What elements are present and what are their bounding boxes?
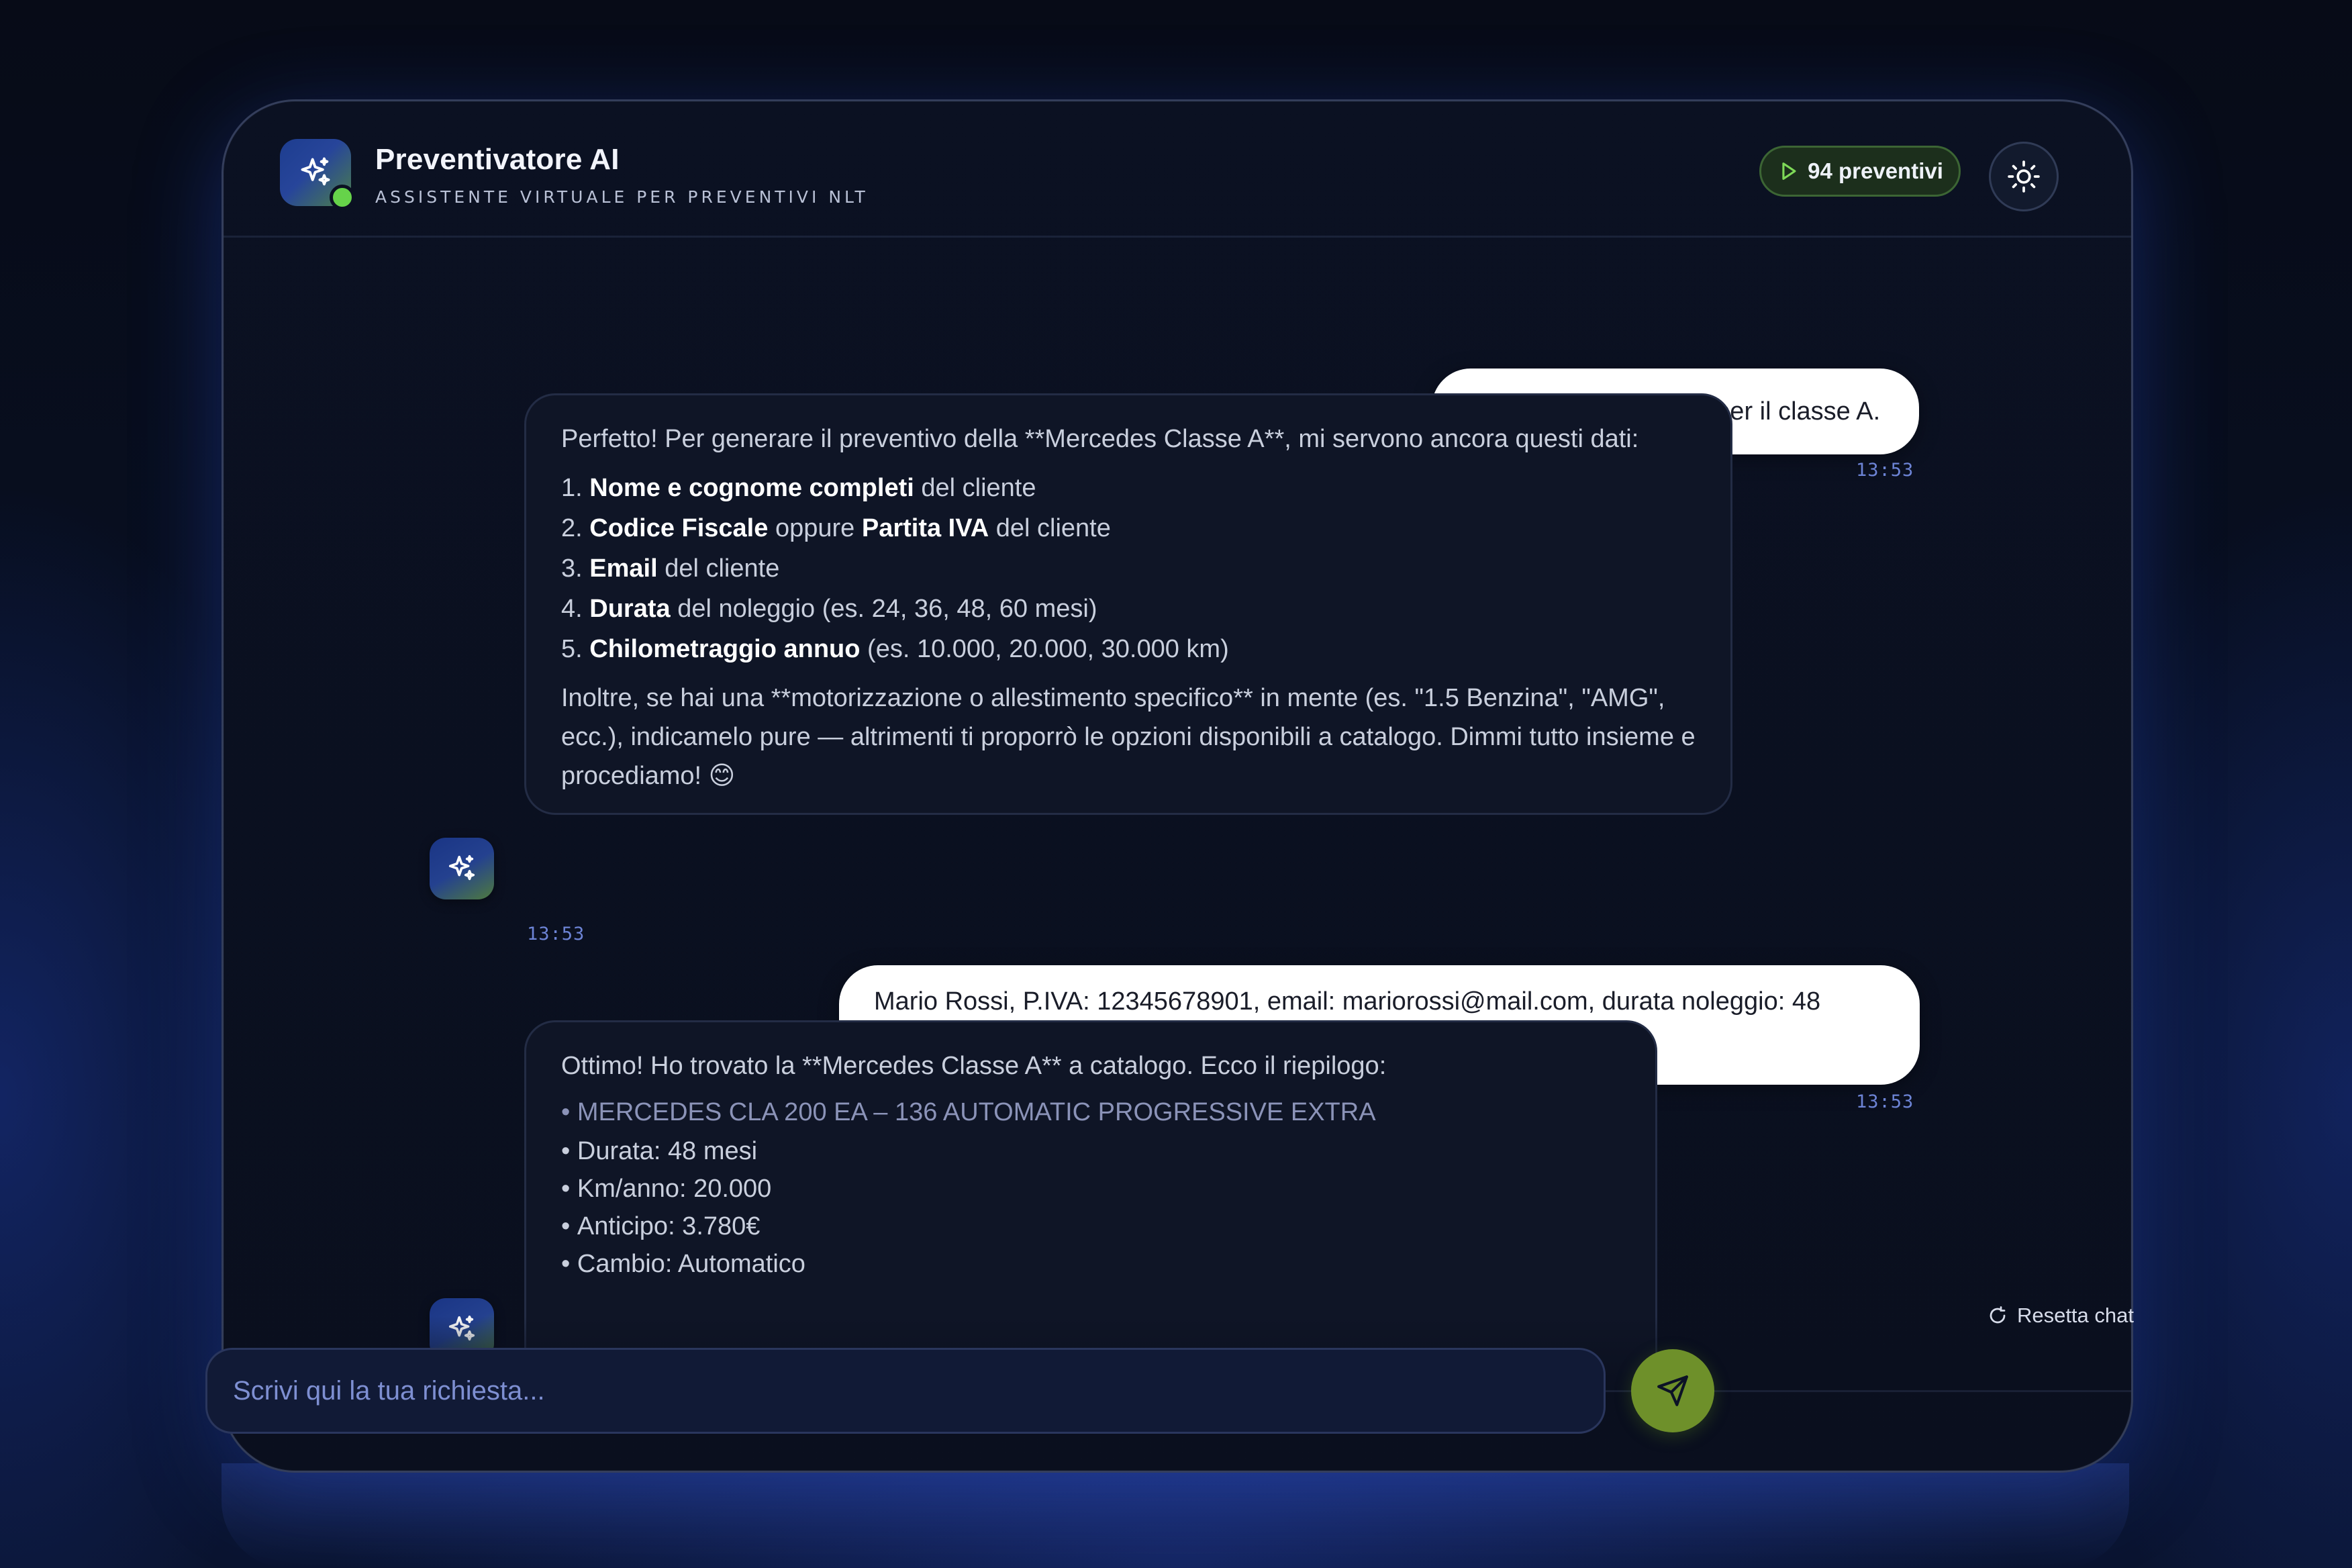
message-input-wrapper [205, 1348, 1606, 1434]
message-timestamp: 13:53 [1856, 460, 1914, 481]
reset-chat-label: Resetta chat [2016, 1304, 2134, 1327]
list-item: • Anticipo: 3.780€ [561, 1212, 761, 1240]
send-button[interactable] [1631, 1349, 1714, 1432]
message-timestamp: 13:53 [527, 924, 585, 944]
assistant-message-outro: Inoltre, se hai una **motorizzazione o a… [561, 684, 1696, 790]
chat-header: Preventivatore AI ASSISTENTE VIRTUALE PE… [224, 101, 2131, 238]
sparkle-icon [448, 854, 475, 881]
refresh-icon [1990, 1306, 2006, 1324]
quotes-count-label: 94 preventivi [1808, 158, 1943, 183]
required-data-list: 1. Nome e cognome completi del cliente 2… [561, 468, 1696, 669]
app-subtitle: ASSISTENTE VIRTUALE PER PREVENTIVI NLT [375, 187, 869, 207]
assistant-message-intro: Perfetto! Per generare il preventivo del… [561, 425, 1639, 453]
sparkle-icon [301, 157, 330, 186]
list-item: • Km/anno: 20.000 [561, 1175, 772, 1203]
list-item: 5. Chilometraggio annuo (es. 10.000, 20.… [561, 635, 1229, 663]
list-item: 2. Codice Fiscale oppure Partita IVA del… [561, 514, 1111, 542]
quote-summary-list: • MERCEDES CLA 200 EA – 136 AUTOMATIC PR… [561, 1092, 1620, 1283]
assistant-message-bubble: Perfetto! Per generare il preventivo del… [524, 393, 1732, 815]
message-timestamp: 13:53 [1856, 1091, 1914, 1112]
chat-window: Preventivatore AI ASSISTENTE VIRTUALE PE… [222, 99, 2133, 1473]
app-title: Preventivatore AI [375, 143, 620, 176]
list-item: • Cambio: Automatico [561, 1250, 805, 1278]
assistant-avatar [430, 838, 494, 899]
message-list[interactable]: Fammi un preventivo per il classe A. 13:… [224, 238, 2131, 1390]
list-item: 4. Durata del noleggio (es. 24, 36, 48, … [561, 595, 1097, 623]
window-reflection [222, 1463, 2129, 1568]
list-item: • MERCEDES CLA 200 EA – 136 AUTOMATIC PR… [561, 1098, 1376, 1126]
app-logo [280, 139, 355, 210]
list-item: 1. Nome e cognome completi del cliente [561, 474, 1036, 502]
assistant-message-intro: Ottimo! Ho trovato la **Mercedes Classe … [561, 1052, 1387, 1080]
reset-chat-button[interactable]: Resetta chat [1988, 1304, 2134, 1328]
list-item: 3. Email del cliente [561, 554, 780, 583]
play-circle-icon [1782, 162, 1796, 180]
message-input[interactable] [207, 1350, 1604, 1432]
sun-icon [2008, 160, 2040, 193]
list-item: • Durata: 48 mesi [561, 1137, 758, 1165]
online-status-dot [330, 185, 355, 210]
send-icon [1657, 1375, 1688, 1406]
theme-toggle-button[interactable] [1989, 142, 2059, 211]
quotes-count-badge[interactable]: 94 preventivi [1759, 146, 1961, 197]
